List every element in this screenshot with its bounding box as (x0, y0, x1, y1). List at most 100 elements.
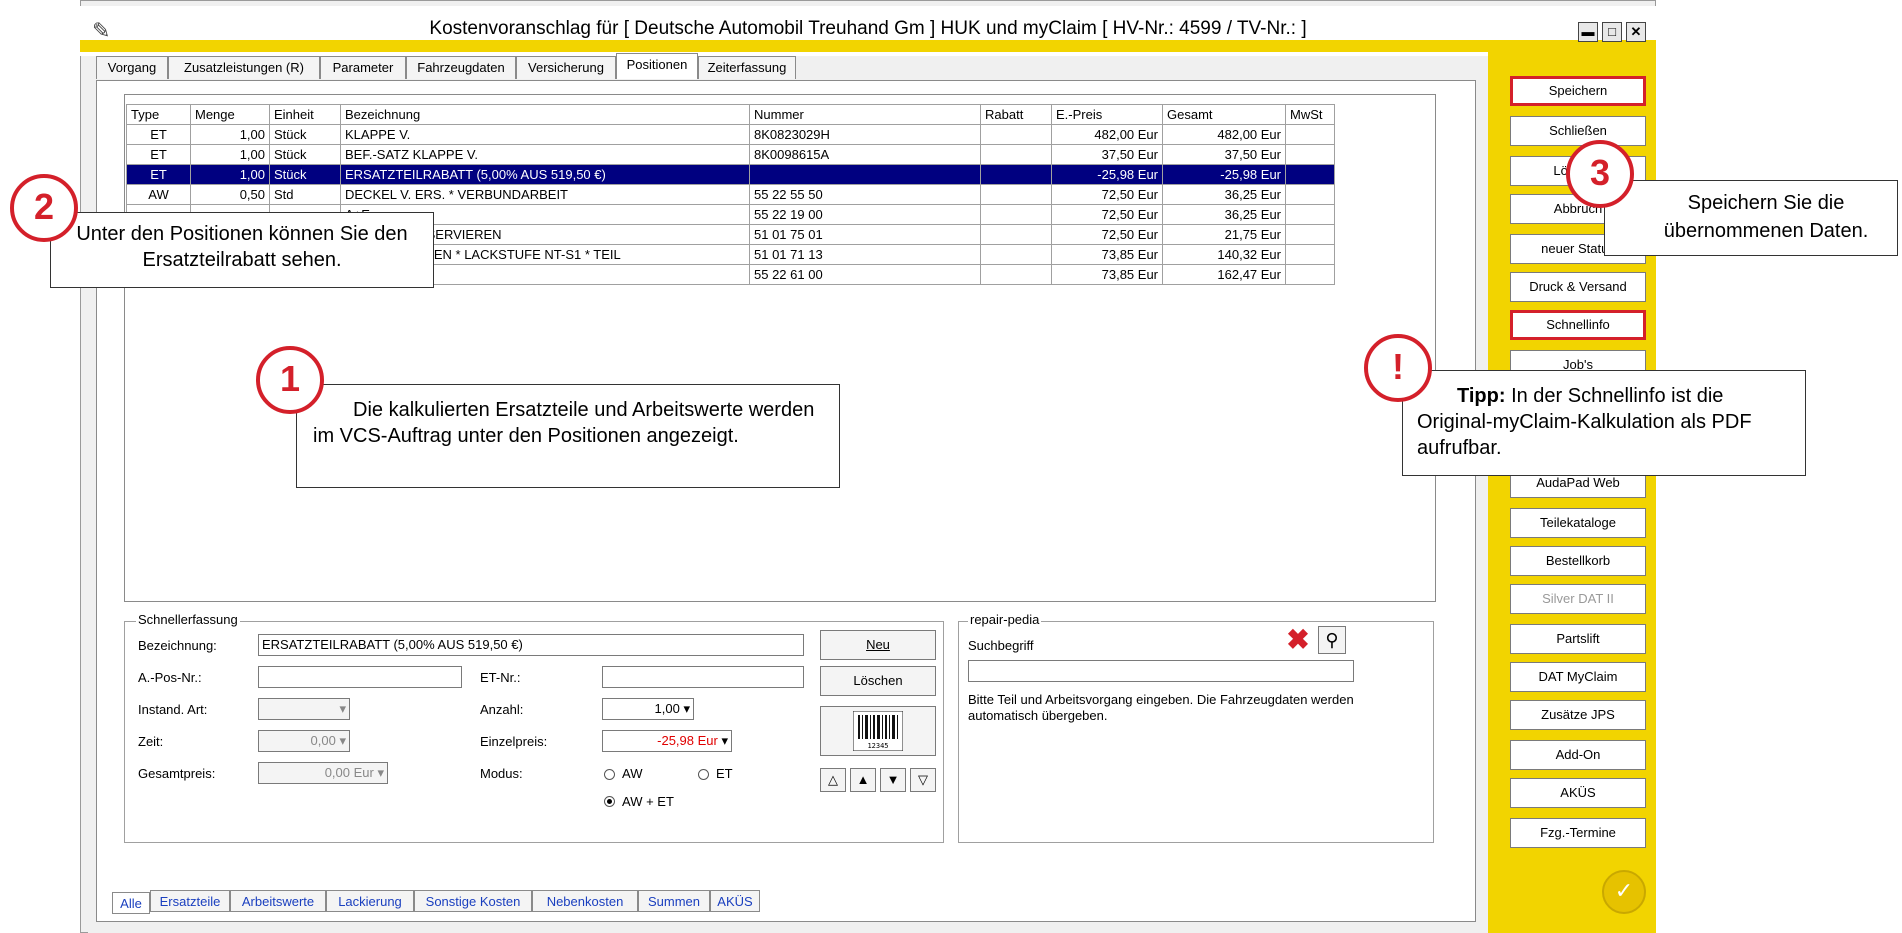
anzahl-input[interactable]: 1,00 ▾ (602, 698, 694, 720)
suchbegriff-input[interactable] (968, 660, 1354, 682)
clear-search-icon[interactable]: ✖ (1284, 626, 1312, 654)
col-einheit[interactable]: Einheit (269, 104, 341, 125)
tab-fahrzeugdaten[interactable]: Fahrzeugdaten (406, 56, 516, 79)
maximize-button[interactable]: □ (1602, 22, 1622, 42)
move-last-button[interactable]: ▽ (910, 768, 936, 792)
callout-tip-bold: Tipp: (1457, 385, 1506, 407)
callout-3: Speichern Sie die übernommenen Daten. (1604, 180, 1898, 256)
barcode-icon: 12345 (852, 710, 904, 752)
move-down-button[interactable]: ▼ (880, 768, 906, 792)
callout-1-number: 1 (256, 346, 324, 414)
minimize-button[interactable]: ▬ (1578, 22, 1598, 42)
instand-label: Instand. Art: (138, 702, 208, 717)
modus-et-radio[interactable] (698, 769, 709, 780)
sidebar-button-partslift[interactable]: Partslift (1510, 624, 1646, 654)
col-rabatt[interactable]: Rabatt (980, 104, 1052, 125)
tab-lackierung[interactable]: Lackierung (326, 890, 414, 912)
tab-ersatzteile[interactable]: Ersatzteile (150, 890, 230, 912)
table-cell (1285, 244, 1335, 265)
table-cell: 482,00 Eur (1051, 124, 1163, 145)
table-cell: DECKEL V. ERS. * VERBUNDARBEIT (340, 184, 750, 205)
search-button[interactable]: ⚲ (1318, 626, 1346, 654)
sidebar-button-fzg-termine[interactable]: Fzg.-Termine (1510, 818, 1646, 848)
chevron-down-icon: ▾ (683, 701, 690, 716)
table-cell: Stück (269, 164, 341, 185)
sidebar-button-speichern[interactable]: Speichern (1510, 76, 1646, 106)
table-row[interactable]: ET 1,00 Stück BEF.-SATZ KLAPPE V. 8K0098615A… (126, 144, 1335, 165)
table-cell (980, 144, 1052, 165)
tab-vorgang[interactable]: Vorgang (96, 56, 168, 79)
table-cell: BEF.-SATZ KLAPPE V. (340, 144, 750, 165)
modus-awet-label: AW + ET (622, 794, 674, 809)
table-header-row: Type Menge Einheit Bezeichnung Nummer Ra… (126, 104, 1335, 125)
apos-input[interactable] (258, 666, 462, 688)
sidebar-button-silver-dat-ii[interactable]: Silver DAT II (1510, 584, 1646, 614)
etnr-input[interactable] (602, 666, 804, 688)
move-up-button[interactable]: ▲ (850, 768, 876, 792)
close-window-button[interactable]: ✕ (1626, 22, 1646, 42)
table-cell: Std (269, 184, 341, 205)
zeit-input[interactable]: 0,00 ▾ (258, 730, 350, 752)
tab-positionen[interactable]: Positionen (616, 53, 698, 79)
sidebar-button-zusätze-jps[interactable]: Zusätze JPS (1510, 700, 1646, 730)
tab-versicherung[interactable]: Versicherung (516, 56, 616, 79)
repair-pedia-group (958, 621, 1434, 843)
table-cell (980, 124, 1052, 145)
callout-2-text: Unter den Positionen können Sie den Ersa… (76, 223, 408, 271)
tab-arbeitswerte[interactable]: Arbeitswerte (230, 890, 326, 912)
etnr-label: ET-Nr.: (480, 670, 521, 685)
tab-zusatzleistungen[interactable]: Zusatzleistungen (R) (168, 56, 320, 79)
instand-select[interactable]: ▾ (258, 698, 350, 720)
chevron-down-icon: ▾ (377, 765, 384, 780)
sidebar-button-schließen[interactable]: Schließen (1510, 116, 1646, 146)
table-cell: 51 01 75 01 (749, 224, 981, 245)
table-cell: -25,98 Eur (1051, 164, 1163, 185)
barcode-button[interactable]: 12345 (820, 706, 936, 756)
sidebar-button-dat-myclaim[interactable]: DAT MyClaim (1510, 662, 1646, 692)
tab-sonstige-kosten[interactable]: Sonstige Kosten (414, 890, 532, 912)
table-row[interactable]: AW 0,50 Std DECKEL V. ERS. * VERBUNDARBEIT 5… (126, 184, 1335, 205)
table-row[interactable]: ET 1,00 Stück KLAPPE V. 8K0823029H 482,00 Eur… (126, 124, 1335, 145)
gesamtpreis-input[interactable]: 0,00 Eur ▾ (258, 762, 388, 784)
table-cell: ET (126, 124, 191, 145)
neu-button[interactable]: Neu (820, 630, 936, 660)
col-bezeichnung[interactable]: Bezeichnung (340, 104, 750, 125)
callout-tip-number: ! (1364, 334, 1432, 402)
table-row[interactable]: ET 1,00 Stück ERSATZTEILRABATT (5,00% AUS 5… (126, 164, 1335, 185)
table-cell: 55 22 19 00 (749, 204, 981, 225)
sidebar-button-add-on[interactable]: Add-On (1510, 740, 1646, 770)
col-type[interactable]: Type (126, 104, 191, 125)
table-cell: -25,98 Eur (1162, 164, 1286, 185)
modus-awet-radio[interactable] (604, 796, 615, 807)
col-mwst[interactable]: MwSt (1285, 104, 1335, 125)
table-cell (1285, 144, 1335, 165)
sidebar-button-bestellkorb[interactable]: Bestellkorb (1510, 546, 1646, 576)
tab-alle[interactable]: Alle (112, 892, 150, 914)
callout-3-text: Speichern Sie die übernommenen Daten. (1663, 192, 1869, 242)
tab-zeiterfassung[interactable]: Zeiterfassung (698, 56, 796, 79)
sidebar-button-schnellinfo[interactable]: Schnellinfo (1510, 310, 1646, 340)
table-cell (980, 264, 1052, 285)
bezeichnung-input[interactable]: ERSATZTEILRABATT (5,00% AUS 519,50 €) (258, 634, 804, 656)
table-cell: 36,25 Eur (1162, 184, 1286, 205)
tab-parameter[interactable]: Parameter (320, 56, 406, 79)
repair-pedia-hint: Bitte Teil und Arbeitsvorgang eingeben. … (968, 692, 1354, 723)
modus-aw-radio[interactable] (604, 769, 615, 780)
col-epreis[interactable]: E.-Preis (1051, 104, 1163, 125)
tab-summen[interactable]: Summen (638, 890, 710, 912)
col-nummer[interactable]: Nummer (749, 104, 981, 125)
sidebar-button-druck-versand[interactable]: Druck & Versand (1510, 272, 1646, 302)
einzelpreis-input[interactable]: -25,98 Eur ▾ (602, 730, 732, 752)
gesamtpreis-label: Gesamtpreis: (138, 766, 216, 781)
table-cell: 37,50 Eur (1162, 144, 1286, 165)
loeschen-button[interactable]: Löschen (820, 666, 936, 696)
sidebar-button-aküs[interactable]: AKÜS (1510, 778, 1646, 808)
apos-label: A.-Pos-Nr.: (138, 670, 202, 685)
tab-nebenkosten[interactable]: Nebenkosten (532, 890, 638, 912)
search-icon: ⚲ (1325, 630, 1339, 650)
sidebar-button-teilekataloge[interactable]: Teilekataloge (1510, 508, 1646, 538)
col-gesamt[interactable]: Gesamt (1162, 104, 1286, 125)
col-menge[interactable]: Menge (190, 104, 270, 125)
tab-akues[interactable]: AKÜS (710, 890, 760, 912)
move-first-button[interactable]: △ (820, 768, 846, 792)
